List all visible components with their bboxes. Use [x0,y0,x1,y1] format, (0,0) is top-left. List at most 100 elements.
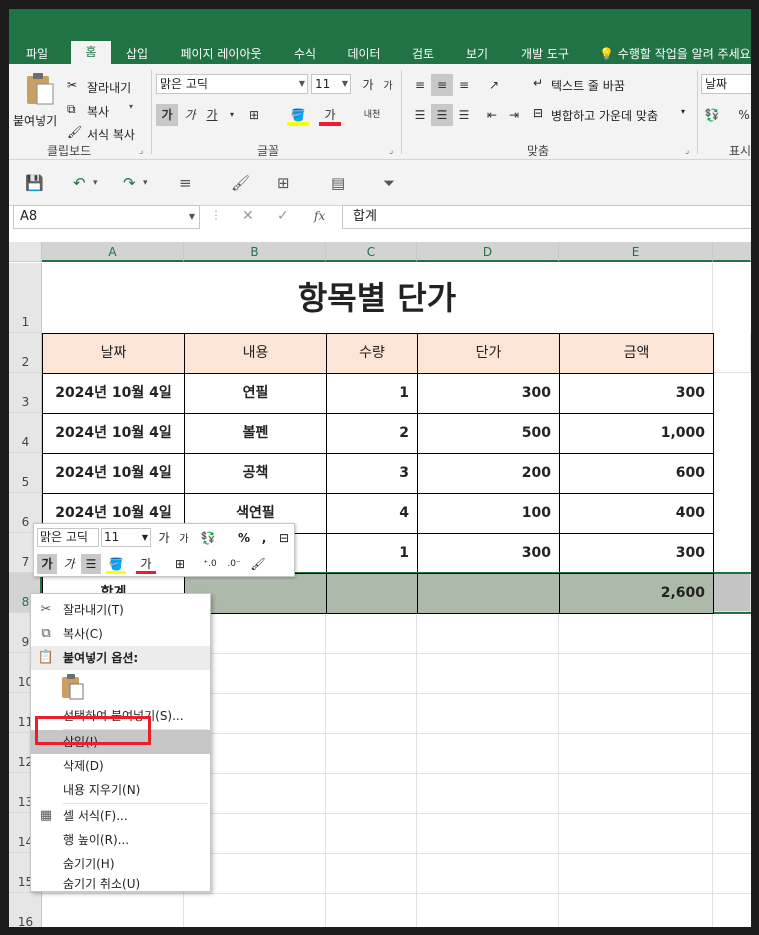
table-cell[interactable]: 2024년 10월 4일 [42,453,185,494]
header-cell[interactable]: 단가 [417,333,560,374]
dialog-launcher-icon[interactable]: ⌟ [139,146,143,156]
table-cell[interactable]: 연필 [184,373,327,414]
font-color-button[interactable]: 가 [319,104,341,126]
comma-button[interactable]: , [254,528,274,548]
align-right-icon[interactable]: ☰ [453,104,475,126]
table-cell[interactable] [326,573,418,614]
decrease-decimal-icon[interactable]: .0⁻ [224,554,244,574]
merge-icon[interactable]: ⊟ [274,528,294,548]
header-cell[interactable]: 금액 [559,333,714,374]
table-cell[interactable]: 300 [417,533,560,574]
table-cell[interactable]: 2024년 10월 4일 [42,373,185,414]
table-cell[interactable]: 100 [417,493,560,534]
column-header-d[interactable]: D [417,242,559,262]
table-cell[interactable]: 300 [417,373,560,414]
menu-item-delete[interactable]: 삭제(D) [31,754,210,778]
align-icon[interactable]: ≡ [179,174,192,192]
table-icon[interactable]: ▤ [331,174,345,192]
tell-me-box[interactable]: 💡 수행할 작업을 알려 주세요 [599,45,751,62]
number-format-select[interactable]: 날짜 [701,74,751,94]
table-cell[interactable]: 300 [559,533,714,574]
tab-home[interactable]: 홈 [71,41,111,64]
tab-file[interactable]: 파일 [17,45,57,64]
mini-italic-icon[interactable]: 가 [59,554,79,574]
align-center-icon[interactable]: ☰ [431,104,453,126]
menu-item-format-cells[interactable]: ▦ 셀 서식(F)... [31,804,210,828]
mini-font-color-icon[interactable]: 가 [136,554,156,574]
merge-center-button[interactable]: ⊟ 병합하고 가운데 맞춤 ▾ [533,106,693,126]
phonetic-button[interactable]: 내천 [361,104,383,126]
function-icon[interactable]: fx [314,209,325,223]
table-cell[interactable] [417,573,560,614]
wrap-text-button[interactable]: ↵ 텍스트 줄 바꿈 [533,76,663,96]
tab-insert[interactable]: 삽입 [117,45,157,64]
select-all-corner[interactable] [9,242,42,262]
borders-icon[interactable]: ⊞ [277,174,290,192]
increase-font-icon[interactable]: 가 [357,74,379,96]
font-size-select[interactable]: 11 ▼ [311,74,351,94]
name-box[interactable]: A8 ▼ [13,205,200,229]
bold-button[interactable]: 가 [156,104,178,126]
save-icon[interactable]: 💾 [25,174,44,192]
tab-page-layout[interactable]: 페이지 레이아웃 [171,45,271,64]
percent-button[interactable]: % [733,104,751,126]
menu-item-cut[interactable]: ✂ 잘라내기(T) [31,598,210,622]
table-cell[interactable]: 2 [326,413,418,454]
header-cell[interactable]: 수량 [326,333,418,374]
tab-view[interactable]: 보기 [457,45,497,64]
undo-icon[interactable]: ↶ [73,174,86,192]
header-cell[interactable]: 내용 [184,333,327,374]
row-header[interactable]: 16 [9,893,42,927]
underline-button[interactable]: 가 [201,104,223,126]
decrease-indent-icon[interactable]: ⇤ [481,104,503,126]
column-header-a[interactable]: A [42,242,184,262]
orientation-icon[interactable]: ↗ [483,74,505,96]
chevron-down-icon[interactable]: ▾ [221,104,243,126]
column-header-c[interactable]: C [326,242,417,262]
tab-formulas[interactable]: 수식 [285,45,325,64]
mini-align-center-icon[interactable]: ☰ [81,554,101,574]
decrease-font-icon[interactable]: 가 [377,76,399,98]
column-header-e[interactable]: E [559,242,713,262]
align-top-icon[interactable]: ≡ [409,74,431,96]
row-header[interactable]: 5 [9,453,42,493]
italic-button[interactable]: 가 [179,104,201,126]
menu-item-unhide[interactable]: 숨기기 취소(U) [31,876,210,892]
table-cell[interactable]: 400 [559,493,714,534]
table-cell[interactable]: 1 [326,533,418,574]
row-header[interactable]: 4 [9,413,42,453]
total-value-cell[interactable]: 2,600 [559,573,714,614]
copy-button[interactable]: ⧉ 복사 ▾ [67,102,147,122]
decrease-font-icon[interactable]: 가 [174,530,194,550]
row-header[interactable]: 2 [9,333,42,373]
format-painter-icon[interactable]: 🖌 [231,174,250,192]
menu-item-hide[interactable]: 숨기기(H) [31,852,210,876]
table-cell[interactable]: 200 [417,453,560,494]
increase-indent-icon[interactable]: ⇥ [503,104,525,126]
mini-bold-icon[interactable]: 가 [37,554,57,574]
empty-cell[interactable] [714,574,751,612]
table-cell[interactable]: 300 [559,373,714,414]
percent-button[interactable]: % [234,528,254,548]
increase-decimal-icon[interactable]: ⁺.0 [200,554,220,574]
redo-icon[interactable]: ↷ [123,174,136,192]
row-header[interactable]: 1 [9,263,42,333]
fill-color-icon[interactable]: 🪣 [287,104,309,126]
align-middle-icon[interactable]: ≡ [431,74,453,96]
row-header[interactable]: 3 [9,373,42,413]
align-left-icon[interactable]: ☰ [409,104,431,126]
sheet-title[interactable]: 항목별 단가 [42,263,713,333]
cancel-icon[interactable]: ✕ [242,208,254,224]
table-cell[interactable]: 1,000 [559,413,714,454]
mini-font-name-select[interactable]: 맑은 고딕 [37,528,99,547]
chevron-down-icon[interactable]: ▾ [93,178,98,188]
menu-item-row-height[interactable]: 행 높이(R)... [31,828,210,852]
dialog-launcher-icon[interactable]: ⌟ [685,146,689,156]
border-icon[interactable]: ⊞ [243,104,265,126]
formula-input[interactable]: 합계 [342,205,751,229]
filter-icon[interactable]: ⏷ [383,174,395,192]
mini-font-size-select[interactable]: 11 ▼ [101,528,151,547]
paste-option-button[interactable] [61,674,87,702]
column-header-f[interactable] [713,242,751,262]
paste-button[interactable]: 붙여넣기 [13,70,63,130]
